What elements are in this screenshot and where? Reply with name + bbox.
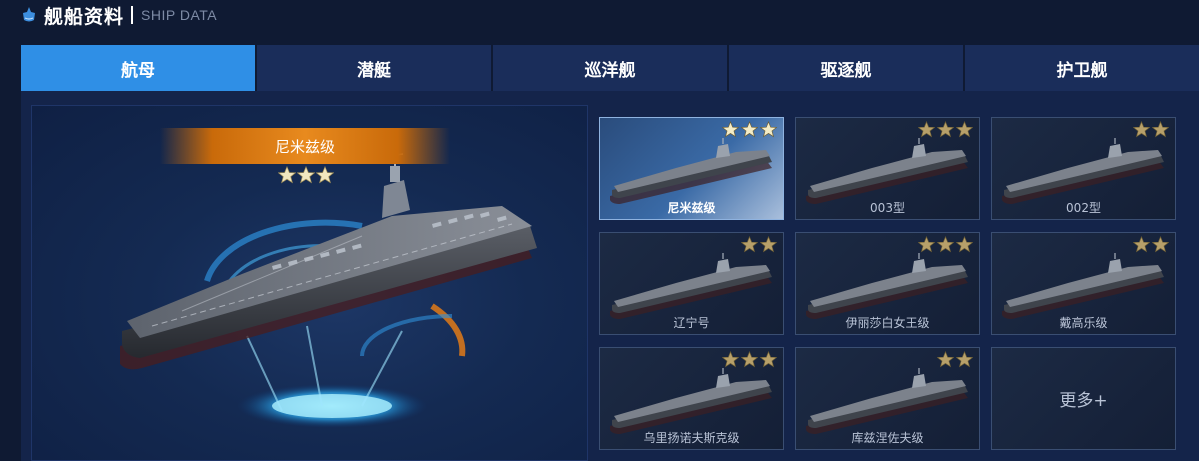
ship-card-rating — [722, 351, 777, 368]
ship-thumbnail — [806, 138, 968, 204]
tab-destroyer[interactable]: 驱逐舰 — [729, 45, 963, 91]
ship-thumbnail — [610, 253, 772, 319]
ship-card-name: 库兹涅佐夫级 — [851, 431, 924, 445]
ship-thumbnail — [806, 368, 968, 434]
star-icon — [918, 121, 935, 138]
ship-card[interactable]: 乌里扬诺夫斯克级 — [599, 347, 784, 450]
ship-grid: 尼米兹级 003型 002型 辽宁号 伊丽莎白女王级 戴高乐级 乌里扬诺夫斯克级… — [599, 117, 1177, 451]
star-icon — [956, 236, 973, 253]
tab-cruiser[interactable]: 巡洋舰 — [493, 45, 727, 91]
star-icon — [722, 351, 739, 368]
star-icon — [937, 351, 954, 368]
ship-card[interactable]: 003型 — [795, 117, 980, 220]
category-tabs: 航母 潜艇 巡洋舰 驱逐舰 护卫舰 — [21, 45, 1199, 91]
star-icon — [937, 236, 954, 253]
ship-card-rating — [937, 351, 973, 368]
featured-ship-name: 尼米兹级 — [274, 137, 335, 156]
tab-label: 驱逐舰 — [820, 60, 872, 81]
tab-carrier[interactable]: 航母 — [21, 45, 255, 91]
star-icon — [956, 121, 973, 138]
ship-card[interactable]: 辽宁号 — [599, 232, 784, 335]
ship-card-rating — [918, 121, 973, 138]
star-icon — [316, 166, 334, 184]
star-icon — [956, 351, 973, 368]
ship-card[interactable]: 库兹涅佐夫级 — [795, 347, 980, 450]
star-icon — [1152, 236, 1169, 253]
ship-card[interactable]: 伊丽莎白女王级 — [795, 232, 980, 335]
star-icon — [278, 166, 296, 184]
star-icon — [1133, 236, 1150, 253]
tab-submarine[interactable]: 潜艇 — [257, 45, 491, 91]
ship-thumbnail — [1002, 253, 1164, 319]
ship-card-rating — [1133, 121, 1169, 138]
ship-card[interactable]: 戴高乐级 — [991, 232, 1176, 335]
featured-ship-rating — [278, 166, 334, 184]
star-icon — [918, 236, 935, 253]
ship-thumbnail — [806, 253, 968, 319]
star-icon — [741, 236, 758, 253]
ship-card-name: 伊丽莎白女王级 — [845, 316, 930, 330]
ship-thumbnail — [1002, 138, 1164, 204]
star-icon — [722, 121, 739, 138]
ship-thumbnail — [610, 368, 772, 434]
star-icon — [760, 121, 777, 138]
ship-card-name: 002型 — [1066, 201, 1101, 215]
page-title: 舰船资料 — [44, 5, 125, 28]
ship-logo-icon — [23, 7, 35, 22]
ship-card-name: 戴高乐级 — [1059, 316, 1108, 330]
star-icon — [760, 351, 777, 368]
tab-label: 巡洋舰 — [584, 60, 636, 81]
featured-ship-name-banner: 尼米兹级 — [160, 128, 450, 164]
star-icon — [937, 121, 954, 138]
star-icon — [741, 351, 758, 368]
ship-card-name: 乌里扬诺夫斯克级 — [643, 431, 740, 445]
ship-card-name: 003型 — [870, 201, 905, 215]
ship-card-name: 辽宁号 — [673, 316, 710, 330]
featured-ship-stage: 尼米兹级 — [31, 105, 588, 461]
tab-label: 航母 — [121, 60, 155, 81]
ship-card[interactable]: 002型 — [991, 117, 1176, 220]
more-ships-button[interactable]: 更多+ — [991, 347, 1176, 450]
ship-card-rating — [918, 236, 973, 253]
star-icon — [741, 121, 758, 138]
title-divider — [131, 6, 134, 24]
tab-label: 护卫舰 — [1056, 60, 1108, 81]
star-icon — [1152, 121, 1169, 138]
star-icon — [1133, 121, 1150, 138]
ship-thumbnail — [610, 138, 772, 204]
ship-card-name: 尼米兹级 — [667, 201, 716, 215]
more-ships-label: 更多+ — [1059, 391, 1108, 411]
tab-label: 潜艇 — [357, 60, 391, 81]
tab-frigate[interactable]: 护卫舰 — [965, 45, 1199, 91]
page-header: 舰船资料 SHIP DATA — [0, 0, 1199, 30]
ship-card-rating — [741, 236, 777, 253]
ship-card-rating — [1133, 236, 1169, 253]
ship-card-rating — [722, 121, 777, 138]
star-icon — [297, 166, 315, 184]
page-subtitle: SHIP DATA — [141, 7, 218, 23]
content-panel: 尼米兹级 尼米兹级 003型 002型 辽宁号 伊丽莎白女王级 戴高乐级 乌里扬… — [21, 91, 1199, 461]
star-icon — [760, 236, 777, 253]
ship-card[interactable]: 尼米兹级 — [599, 117, 784, 220]
